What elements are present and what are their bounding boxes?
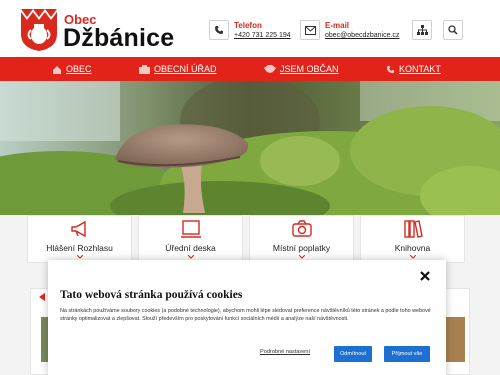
search-icon[interactable] [443,20,463,40]
tile-uredni-deska[interactable]: Úřední deska [138,215,243,263]
cookie-settings-link[interactable]: Podrobné nastavení [260,349,310,355]
phone-label: Telefon [234,21,262,30]
cookie-description: Na stránkách používáme soubory cookies (… [60,308,431,323]
chevron-down-icon [409,255,416,259]
office-icon [139,64,150,74]
nav-label: JSEM OBČAN [280,64,339,74]
tile-label: Místní poplatky [272,243,331,253]
nav-item-obecni-urad[interactable]: OBECNÍ ÚŘAD [139,57,217,81]
tile-knihovna[interactable]: Knihovna [360,215,465,263]
hero-image [0,81,500,215]
cookie-accept-all-button[interactable]: Přijmout vše [384,346,430,362]
megaphone-icon [70,220,86,238]
home-icon [53,65,61,74]
site-name[interactable]: Džbánice [63,24,174,53]
nav-item-obec[interactable]: OBEC [52,57,92,81]
handshake-icon [264,65,276,73]
nav-item-jsem-obcan[interactable]: JSEM OBČAN [264,57,339,81]
phone-link[interactable]: +420 731 225 194 [234,32,291,39]
close-icon[interactable] [418,269,432,283]
nav-item-kontakt[interactable]: KONTAKT [386,57,441,81]
email-link[interactable]: obec@obecdzbanice.cz [325,32,399,39]
cookie-title: Tato webová stránka používá cookies [60,289,243,301]
mail-icon [300,20,320,40]
cookie-reject-button[interactable]: Odmítnout [334,346,372,362]
sitemap-icon[interactable] [412,20,432,40]
cookie-consent-dialog: Tato webová stránka používá cookies Na s… [48,260,446,375]
tile-mistni-poplatky[interactable]: Místní poplatky [249,215,354,263]
coat-of-arms-logo[interactable] [20,8,58,52]
nav-label: OBEC [66,64,92,74]
tile-hlaseni-rozhlasu[interactable]: Hlášení Rozhlasu [27,215,132,263]
chevron-down-icon [298,255,305,259]
main-nav: OBEC OBECNÍ ÚŘAD JSEM OBČAN KONTAKT [0,57,500,81]
chevron-down-icon [76,255,83,259]
chevron-down-icon [187,255,194,259]
board-icon [180,220,201,238]
site-header: Obec Džbánice Telefon +420 731 225 194 E… [0,0,500,57]
email-label: E-mail [325,21,350,30]
nav-label: KONTAKT [399,64,441,74]
phone-icon [386,65,395,73]
tile-label: Knihovna [394,243,431,253]
tile-label: Úřední deska [165,243,216,253]
tile-label: Hlášení Rozhlasu [46,243,113,253]
camera-icon [291,220,312,237]
nav-label: OBECNÍ ÚŘAD [154,64,217,74]
books-icon [403,220,423,238]
phone-icon [209,20,229,40]
